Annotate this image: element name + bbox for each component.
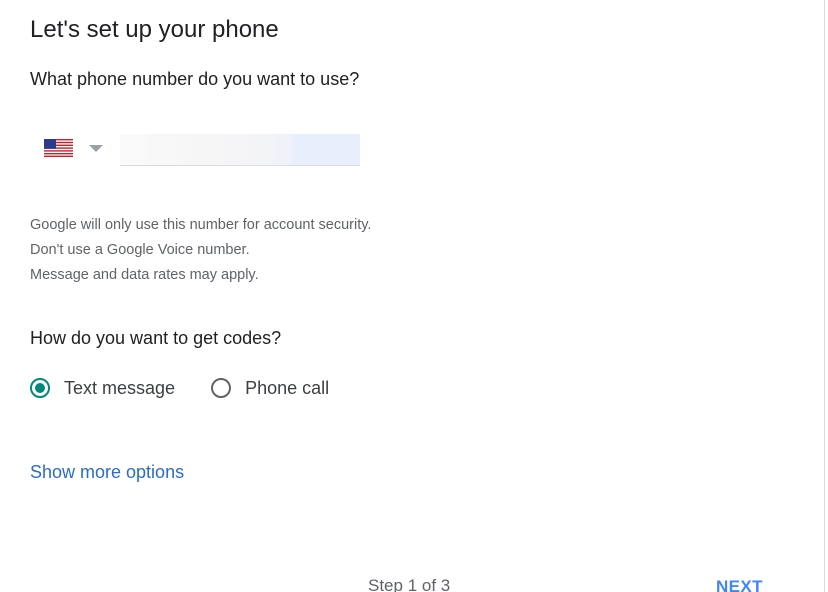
phone-number-input[interactable] <box>120 134 360 166</box>
step-indicator: Step 1 of 3 <box>368 576 451 592</box>
text-message-option[interactable]: Text message <box>30 378 175 399</box>
chevron-down-icon <box>89 144 103 152</box>
info-line: Google will only use this number for acc… <box>30 217 372 233</box>
page-edge-divider <box>824 0 825 592</box>
code-method-radio-group: Text message Phone call <box>30 374 329 402</box>
radio-unchecked-icon[interactable] <box>211 378 232 398</box>
phone-call-label: Phone call <box>245 377 330 398</box>
phone-call-option[interactable]: Phone call <box>211 378 329 399</box>
codes-question: How do you want to get codes? <box>30 328 282 348</box>
radio-checked-icon[interactable] <box>30 378 50 398</box>
show-more-options-link[interactable]: Show more options <box>30 462 184 483</box>
info-line: Don't use a Google Voice number. <box>30 242 250 258</box>
page-title: Let's set up your phone <box>30 16 279 43</box>
info-line: Message and data rates may apply. <box>30 267 259 283</box>
us-flag-icon <box>44 139 73 157</box>
next-button[interactable]: NEXT <box>706 572 773 592</box>
phone-info-text: Google will only use this number for acc… <box>30 213 371 288</box>
text-message-label: Text message <box>64 377 176 398</box>
phone-setup-page: Let's set up your phone What phone numbe… <box>0 0 828 592</box>
phone-question: What phone number do you want to use? <box>30 69 360 89</box>
country-code-dropdown[interactable] <box>40 132 110 164</box>
